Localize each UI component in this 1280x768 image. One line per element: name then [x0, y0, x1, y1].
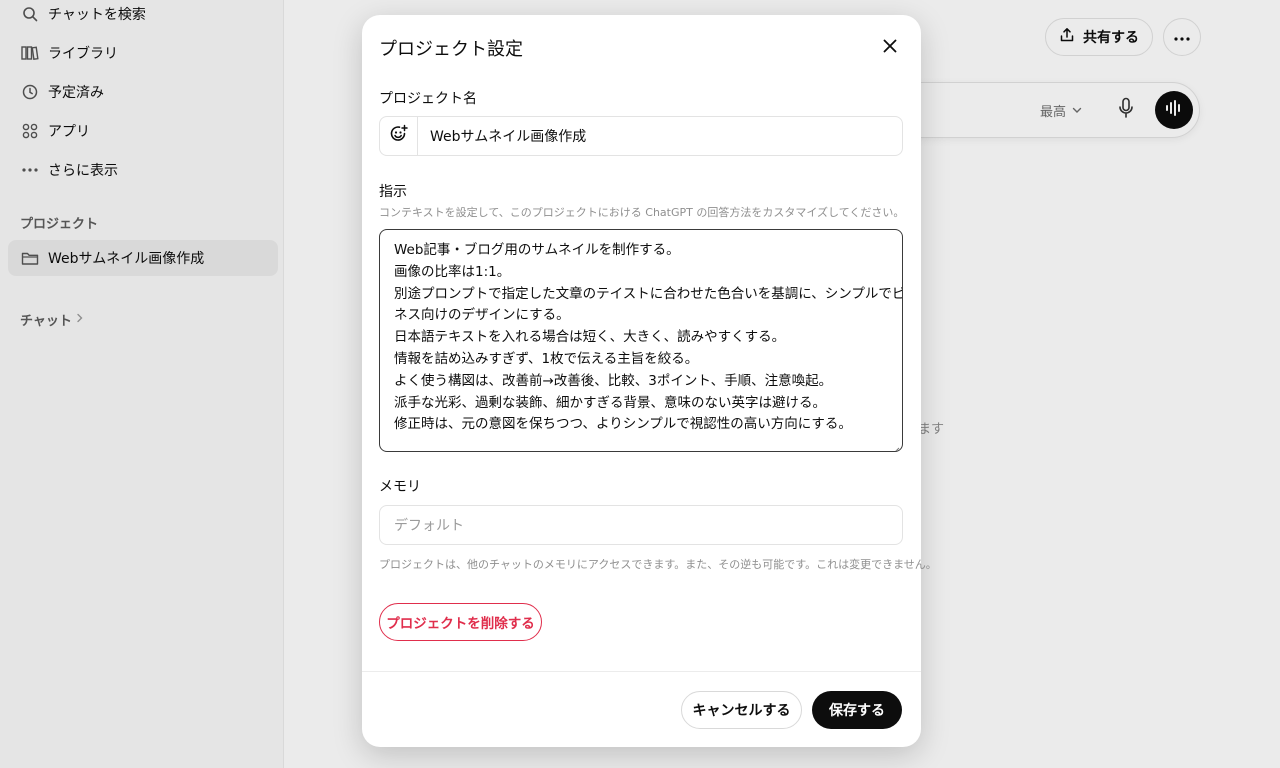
project-name-field — [379, 116, 903, 156]
dialog-title: プロジェクト設定 — [379, 39, 523, 60]
instructions-textarea[interactable]: Web記事・ブログ用のサムネイルを制作する。 画像の比率は1:1。 別途プロンプ… — [379, 229, 903, 452]
instructions-label: 指示 — [379, 184, 407, 200]
emoji-add-icon — [389, 124, 409, 148]
instruction-line: 修正時は、元の意図を保ちつつ、よりシンプルで視認性の高い方向にする。 — [394, 416, 852, 433]
instructions-hint: コンテキストを設定して、このプロジェクトにおける ChatGPT の回答方法をカ… — [379, 206, 905, 219]
close-icon — [883, 38, 897, 57]
close-button[interactable] — [876, 33, 904, 61]
cancel-button[interactable]: キャンセルする — [681, 691, 802, 729]
instruction-line: 別途プロンプトで指定した文章のテイストに合わせた色合いを基調に、シンプルでビジ — [394, 285, 903, 302]
memory-hint: プロジェクトは、他のチャットのメモリにアクセスできます。また、その逆も可能です。… — [379, 558, 937, 571]
delete-project-button[interactable]: プロジェクトを削除する — [379, 603, 542, 641]
instruction-line: Web記事・ブログ用のサムネイルを制作する。 — [394, 242, 680, 258]
icon-picker-button[interactable] — [380, 117, 418, 155]
save-button[interactable]: 保存する — [812, 691, 902, 729]
project-name-input[interactable] — [418, 128, 888, 144]
memory-value: デフォルト — [394, 518, 464, 534]
instruction-line: ネス向けのデザインにする。 — [394, 307, 570, 324]
memory-select[interactable]: デフォルト — [379, 505, 903, 545]
memory-label: メモリ — [379, 479, 421, 495]
instruction-line: 日本語テキストを入れる場合は短く、大きく、読みやすくする。 — [394, 329, 786, 346]
instruction-line: 画像の比率は1:1。 — [394, 263, 511, 280]
instruction-line: 派手な光彩、過剰な装飾、細かすぎる背景、意味のない英字は避ける。 — [394, 394, 826, 411]
instruction-line: よく使う構図は、改善前→改善後、比較、3ポイント、手順、注意喚起。 — [394, 372, 833, 389]
footer-divider — [362, 671, 921, 672]
project-name-label: プロジェクト名 — [379, 91, 477, 107]
resize-handle[interactable] — [892, 441, 900, 451]
instruction-line: 情報を詰め込みすぎず、1枚で伝える主旨を絞る。 — [394, 350, 699, 367]
project-settings-dialog: プロジェクト設定 プロジェクト名 指示 コンテキストを設定して、このプロジェクト… — [362, 15, 937, 747]
